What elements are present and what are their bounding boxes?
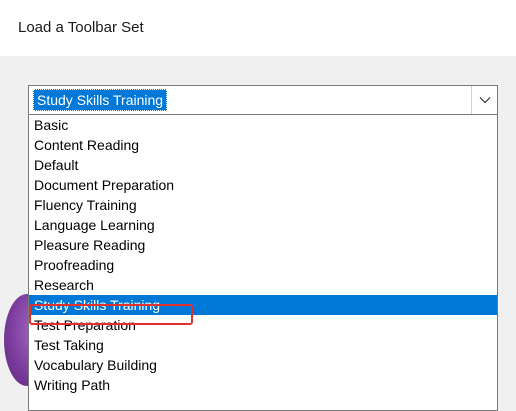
dialog-header: Load a Toolbar Set [0,0,516,56]
dropdown-option[interactable]: Content Reading [29,135,497,155]
dropdown-arrow-button[interactable] [471,86,497,114]
toolbar-set-combobox[interactable]: Study Skills Training [28,85,498,115]
dropdown-option[interactable]: Default [29,155,497,175]
combobox-selected-value: Study Skills Training [33,89,168,111]
dropdown-option[interactable]: Language Learning [29,215,497,235]
dropdown-option[interactable]: Research [29,275,497,295]
dropdown-option[interactable]: Fluency Training [29,195,497,215]
dropdown-option[interactable]: Test Taking [29,335,497,355]
dropdown-option[interactable]: Proofreading [29,255,497,275]
dropdown-option[interactable]: Study Skills Training [29,295,497,315]
dropdown-option[interactable]: Document Preparation [29,175,497,195]
dropdown-option[interactable]: Vocabulary Building [29,355,497,375]
dialog-title: Load a Toolbar Set [18,19,144,36]
chevron-down-icon [479,97,490,104]
toolbar-set-dropdown-list[interactable]: Basic Content Reading Default Document Prep… [28,115,498,411]
dropdown-option[interactable]: Pleasure Reading [29,235,497,255]
dropdown-option[interactable]: Test Preparation [29,315,497,335]
dropdown-option[interactable]: Writing Path [29,375,497,395]
dropdown-option[interactable]: Basic [29,115,497,135]
